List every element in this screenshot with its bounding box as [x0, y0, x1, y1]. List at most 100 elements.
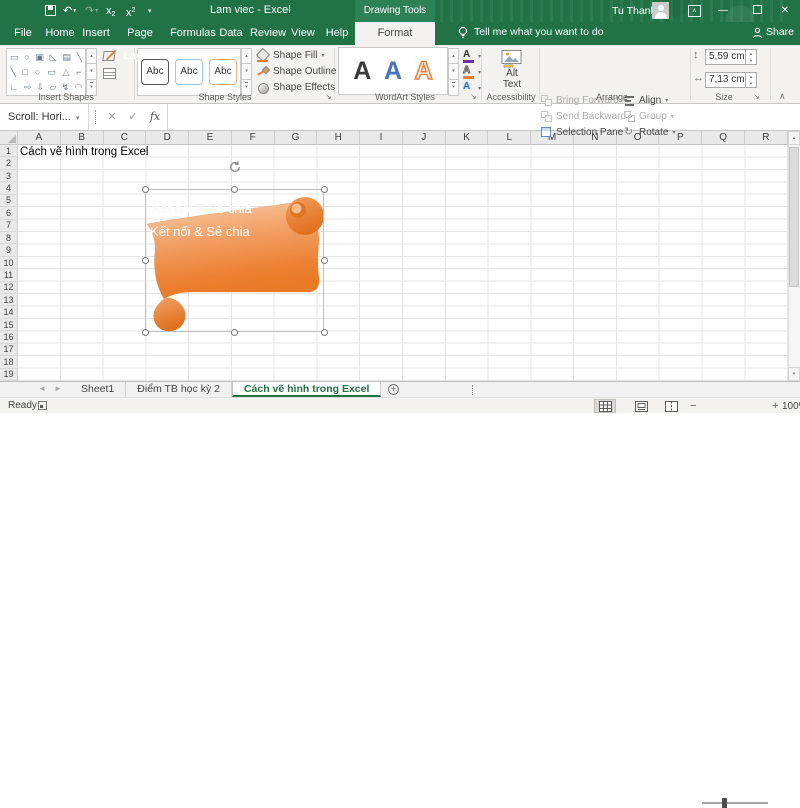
- text-fill-icon[interactable]: A▾: [463, 49, 487, 64]
- spinner-up-icon[interactable]: ▴: [746, 50, 756, 57]
- row-header-18[interactable]: 18: [0, 356, 17, 368]
- tab-home[interactable]: Home: [42, 22, 78, 45]
- rotate-handle-icon[interactable]: [228, 160, 242, 174]
- tab-page-layout[interactable]: Page Layout: [112, 22, 168, 45]
- gallery-down-icon[interactable]: ▾: [448, 64, 459, 80]
- gallery-scroll-strip[interactable]: ▴ ▾ ▾: [241, 48, 252, 96]
- vertical-scroll-up-icon[interactable]: ▴: [788, 131, 800, 145]
- rotate-button[interactable]: ↻Rotate▾: [624, 125, 675, 140]
- undo-icon[interactable]: ↶▾: [63, 4, 76, 18]
- row-header-15[interactable]: 15: [0, 319, 17, 331]
- row-header-4[interactable]: 4: [0, 182, 17, 194]
- selection-handle[interactable]: [142, 186, 149, 193]
- zoom-out-icon[interactable]: −: [690, 400, 696, 412]
- selection-handle[interactable]: [142, 257, 149, 264]
- selection-pane-button[interactable]: Selection Pane: [541, 125, 623, 140]
- tab-scrollbar-divider[interactable]: [472, 385, 473, 395]
- user-name[interactable]: Tu Thanh: [612, 5, 656, 17]
- shape-gallery-item[interactable]: ╲: [10, 67, 15, 77]
- tab-format[interactable]: Format: [355, 22, 435, 45]
- gallery-up-icon[interactable]: ▴: [241, 48, 252, 64]
- superscript-icon[interactable]: x2: [126, 4, 135, 18]
- row-header-11[interactable]: 11: [0, 269, 17, 281]
- avatar[interactable]: [652, 2, 669, 19]
- row-header-7[interactable]: 7: [0, 220, 17, 232]
- zoom-level[interactable]: 100%: [782, 401, 800, 412]
- row-header-6[interactable]: 6: [0, 207, 17, 219]
- gallery-up-icon[interactable]: ▴: [86, 48, 97, 64]
- minimize-button[interactable]: —: [712, 0, 734, 22]
- gallery-scroll-strip[interactable]: ▴ ▾ ▾: [86, 48, 97, 96]
- insert-function-icon[interactable]: fx: [146, 104, 164, 130]
- row-header-13[interactable]: 13: [0, 294, 17, 306]
- tab-view[interactable]: View: [288, 22, 318, 45]
- selection-handle[interactable]: [231, 186, 238, 193]
- text-outline-icon[interactable]: A▾: [463, 65, 487, 80]
- tab-file[interactable]: File: [8, 22, 38, 45]
- column-header-d[interactable]: D: [146, 131, 189, 144]
- zoom-in-icon[interactable]: +: [772, 400, 778, 412]
- sheet-tab-c-ch-v-h-nh-trong-excel[interactable]: Cách vẽ hình trong Excel: [232, 382, 381, 397]
- column-header-b[interactable]: B: [61, 131, 104, 144]
- shape-gallery-item[interactable]: ○: [35, 67, 40, 77]
- row-header-5[interactable]: 5: [0, 195, 17, 207]
- tab-data[interactable]: Data: [216, 22, 246, 45]
- row-header-9[interactable]: 9: [0, 244, 17, 256]
- spinner-down-icon[interactable]: ▾: [746, 80, 756, 87]
- zoom-slider-thumb[interactable]: [722, 798, 727, 808]
- wordart-preset[interactable]: A: [415, 59, 433, 84]
- send-backward-button[interactable]: Send Backward▾: [541, 109, 633, 124]
- selection-handle[interactable]: [321, 186, 328, 193]
- column-header-h[interactable]: H: [317, 131, 360, 144]
- column-header-l[interactable]: L: [488, 131, 531, 144]
- cell-a1-text[interactable]: Cách vẽ hình trong Excel: [20, 146, 149, 158]
- shape-gallery-item[interactable]: △: [63, 67, 70, 77]
- shape-gallery-item[interactable]: ↯: [62, 82, 70, 92]
- gallery-scroll-strip[interactable]: ▴ ▾ ▾: [448, 48, 459, 96]
- redo-icon[interactable]: ↷▾: [85, 4, 98, 18]
- worksheet-grid[interactable]: [18, 145, 788, 381]
- dialog-launcher-icon[interactable]: ↘: [325, 92, 332, 101]
- row-header-14[interactable]: 14: [0, 306, 17, 318]
- shape-height-value[interactable]: 5,59 cm: [706, 50, 745, 64]
- sheet-tab-sheet1[interactable]: Sheet1: [70, 382, 126, 397]
- tab-formulas[interactable]: Formulas: [170, 22, 216, 45]
- dialog-launcher-icon[interactable]: ↘: [470, 92, 477, 101]
- dialog-launcher-icon[interactable]: ↘: [753, 92, 760, 101]
- enter-icon[interactable]: ✓: [124, 104, 142, 130]
- zoom-slider-track[interactable]: [702, 802, 768, 804]
- wordart-preset[interactable]: A: [384, 59, 402, 84]
- page-break-view-button[interactable]: [660, 399, 682, 413]
- quick-access-customize-icon[interactable]: ▾: [148, 7, 152, 15]
- shape-gallery-item[interactable]: ◠: [74, 82, 82, 92]
- shape-width-value[interactable]: 7,13 cm: [706, 73, 745, 87]
- row-header-10[interactable]: 10: [0, 257, 17, 269]
- macro-record-icon[interactable]: [38, 401, 47, 410]
- column-header-c[interactable]: C: [104, 131, 147, 144]
- shape-gallery-item[interactable]: ⇨: [24, 82, 32, 92]
- select-all-corner[interactable]: [0, 131, 18, 145]
- width-spinner[interactable]: ▴▾: [745, 73, 756, 87]
- shape-gallery-item[interactable]: ╲: [77, 52, 82, 62]
- chevron-down-icon[interactable]: ▾: [73, 8, 76, 14]
- gallery-up-icon[interactable]: ▴: [448, 48, 459, 64]
- shape-gallery-item[interactable]: ⇩: [37, 82, 45, 92]
- shape-gallery-item[interactable]: ○: [24, 52, 29, 62]
- shape-width-field[interactable]: 7,13 cm ▴▾: [705, 72, 757, 88]
- wordart-preset[interactable]: A: [353, 59, 371, 84]
- shape-gallery-item[interactable]: ▭: [47, 67, 56, 77]
- cancel-icon[interactable]: ✕: [103, 104, 121, 130]
- group-button[interactable]: Group▾: [624, 109, 674, 124]
- close-button[interactable]: ✕: [774, 0, 796, 22]
- sheet-nav-left-icon[interactable]: ◄: [38, 384, 46, 393]
- normal-view-button[interactable]: [594, 399, 616, 413]
- save-icon[interactable]: [45, 5, 56, 16]
- shape-gallery-item[interactable]: ⌐: [76, 67, 81, 77]
- shape-gallery-item[interactable]: ▣: [35, 52, 44, 62]
- gallery-down-icon[interactable]: ▾: [241, 64, 252, 80]
- shape-gallery-item[interactable]: ∟: [10, 82, 19, 92]
- row-header-3[interactable]: 3: [0, 170, 17, 182]
- ribbon-display-options-icon[interactable]: ∧: [688, 5, 701, 17]
- row-header-12[interactable]: 12: [0, 282, 17, 294]
- insert-shapes-gallery[interactable]: ▭○▣◺▤╲╲□○▭△⌐∟⇨⇩▱↯◠: [6, 48, 86, 96]
